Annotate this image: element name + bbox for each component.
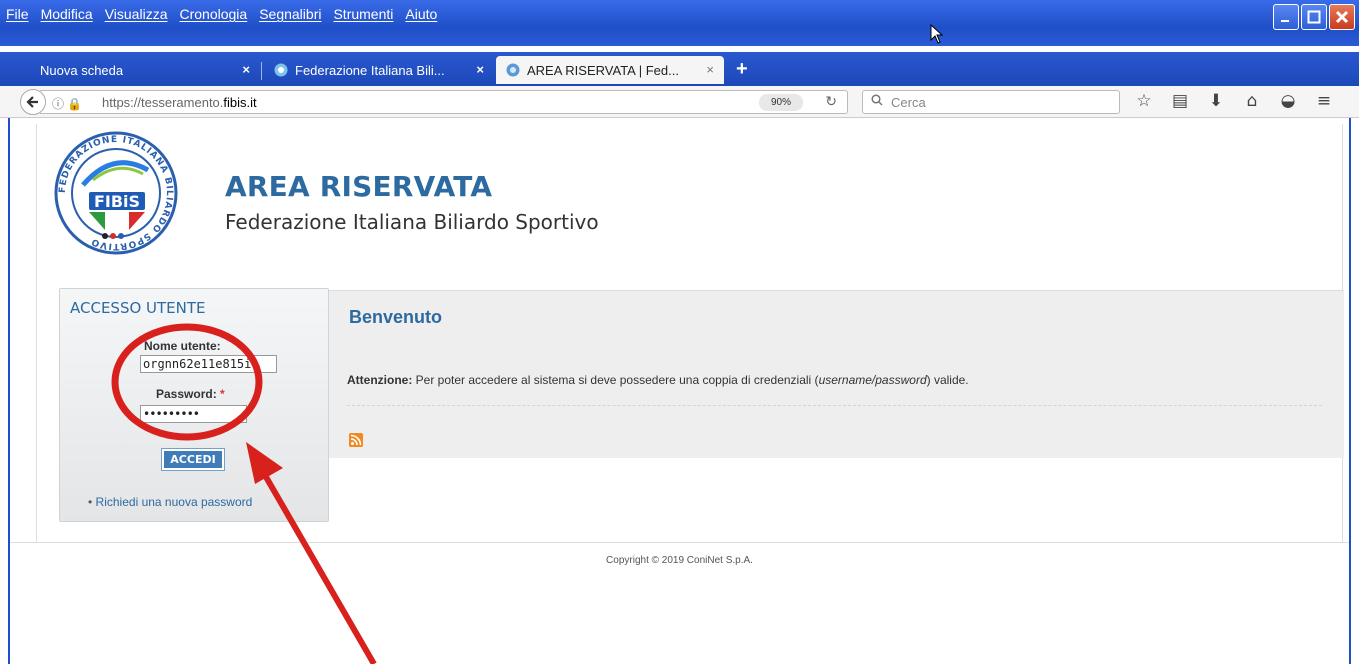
menu-modifica[interactable]: Modifica [41,6,93,26]
notice-strong: Attenzione: [347,373,413,387]
username-label: Nome utente: [144,339,221,353]
tab-label: Nuova scheda [40,62,124,78]
notice-end: ) valide. [926,373,969,387]
search-bar[interactable]: Cerca [862,90,1120,114]
pocket-icon[interactable]: ◒ [1277,91,1299,111]
fibis-logo: FIBiS FEDERAZIONE ITALIANA BILIARDO SPOR… [54,131,178,255]
globe-favicon-icon [506,63,520,77]
site-info-lock-icon[interactable]: ⓘ 🔒 [52,95,82,112]
tab-divider [261,62,262,80]
window-controls [1273,4,1355,30]
password-field[interactable]: ••••••••• [140,405,247,423]
tab-close-button[interactable]: × [706,62,714,77]
close-window-button[interactable] [1329,4,1355,30]
login-title: ACCESSO UTENTE [70,299,206,317]
welcome-panel: Benvenuto Attenzione: Per poter accedere… [329,290,1344,458]
username-label-text: Nome utente: [144,339,221,353]
login-button[interactable]: ACCEDI [161,448,225,471]
copyright-text: Copyright © 2019 ConiNet S.p.A. [606,555,753,566]
menu-strumenti[interactable]: Strumenti [333,6,393,26]
close-icon [1335,10,1349,24]
svg-text:FIBiS: FIBiS [94,192,140,211]
password-label: Password: * [156,387,225,401]
new-tab-button[interactable]: + [736,58,748,81]
menu-file[interactable]: File [6,6,29,26]
tab-area-riservata[interactable]: AREA RISERVATA | Fed... × [496,56,724,84]
menu-icon[interactable]: ≡ [1313,91,1335,111]
tab-strip: Nuova scheda × Federazione Italiana Bili… [0,52,1359,86]
username-field[interactable]: orgnn62e11e815i [140,355,277,373]
globe-favicon-icon [274,63,288,77]
tab-label: AREA RISERVATA | Fed... [527,62,679,78]
welcome-title: Benvenuto [349,307,443,327]
divider [347,405,1322,406]
download-icon[interactable]: ⬇ [1205,91,1227,111]
mouse-cursor-icon [930,24,944,44]
tab-close-button[interactable]: × [476,62,484,77]
menu-segnalibri[interactable]: Segnalibri [259,6,321,26]
tab-federazione[interactable]: Federazione Italiana Bili... × [264,56,494,84]
minimize-icon [1281,20,1289,22]
reload-icon[interactable]: ↻ [825,93,837,110]
back-arrow-icon [26,96,38,108]
menu-visualizza[interactable]: Visualizza [105,6,168,26]
navigation-bar: ⓘ 🔒 https://tesseramento.fibis.it 90% ↻ … [0,86,1359,118]
login-panel: ACCESSO UTENTE Nome utente: orgnn62e11e8… [59,288,329,522]
notice-body: Per poter accedere al sistema si deve po… [412,373,819,387]
url-prefix: https://tesseramento. [102,95,224,110]
search-icon [871,94,883,109]
menu-aiuto[interactable]: Aiuto [405,6,437,26]
maximize-icon [1307,10,1321,24]
rss-icon[interactable] [349,433,363,447]
toolbar-icons: ☆ ▤ ⬇ ⌂ ◒ ≡ [1133,91,1335,111]
zoom-level-badge[interactable]: 90% [759,94,803,111]
forgot-password-link[interactable]: Richiedi una nuova password [88,495,253,509]
maximize-button[interactable] [1301,4,1327,30]
url-domain: fibis.it [223,95,257,110]
star-icon[interactable]: ☆ [1133,91,1155,111]
site-subtitle: Federazione Italiana Biliardo Sportivo [225,210,599,234]
page-viewport: FIBiS FEDERAZIONE ITALIANA BILIARDO SPOR… [8,118,1351,664]
site-container: FIBiS FEDERAZIONE ITALIANA BILIARDO SPOR… [36,124,1344,542]
browser-window: File Modifica Visualizza Cronologia Segn… [0,0,1359,664]
minimize-button[interactable] [1273,4,1299,30]
required-mark: * [220,387,225,401]
page-footer: Copyright © 2019 ConiNet S.p.A. [10,542,1349,664]
tab-nuova-scheda[interactable]: Nuova scheda × [30,56,260,84]
notice-text: Attenzione: Per poter accedere al sistem… [347,373,969,387]
bookmarks-library-icon[interactable]: ▤ [1169,91,1191,111]
menu-bar: File Modifica Visualizza Cronologia Segn… [6,6,449,26]
menu-cronologia[interactable]: Cronologia [179,6,247,26]
search-placeholder: Cerca [891,95,926,110]
tab-label: Federazione Italiana Bili... [295,62,445,78]
back-button[interactable] [20,89,46,115]
password-label-text: Password: [156,387,217,401]
tab-close-button[interactable]: × [242,62,250,77]
home-icon[interactable]: ⌂ [1241,91,1263,111]
url-bar[interactable]: ⓘ 🔒 https://tesseramento.fibis.it 90% ↻ [40,90,848,114]
notice-emphasis: username/password [818,373,927,387]
url-text[interactable]: https://tesseramento.fibis.it [102,95,257,110]
title-bar: File Modifica Visualizza Cronologia Segn… [0,0,1359,46]
site-title: AREA RISERVATA [225,170,493,203]
